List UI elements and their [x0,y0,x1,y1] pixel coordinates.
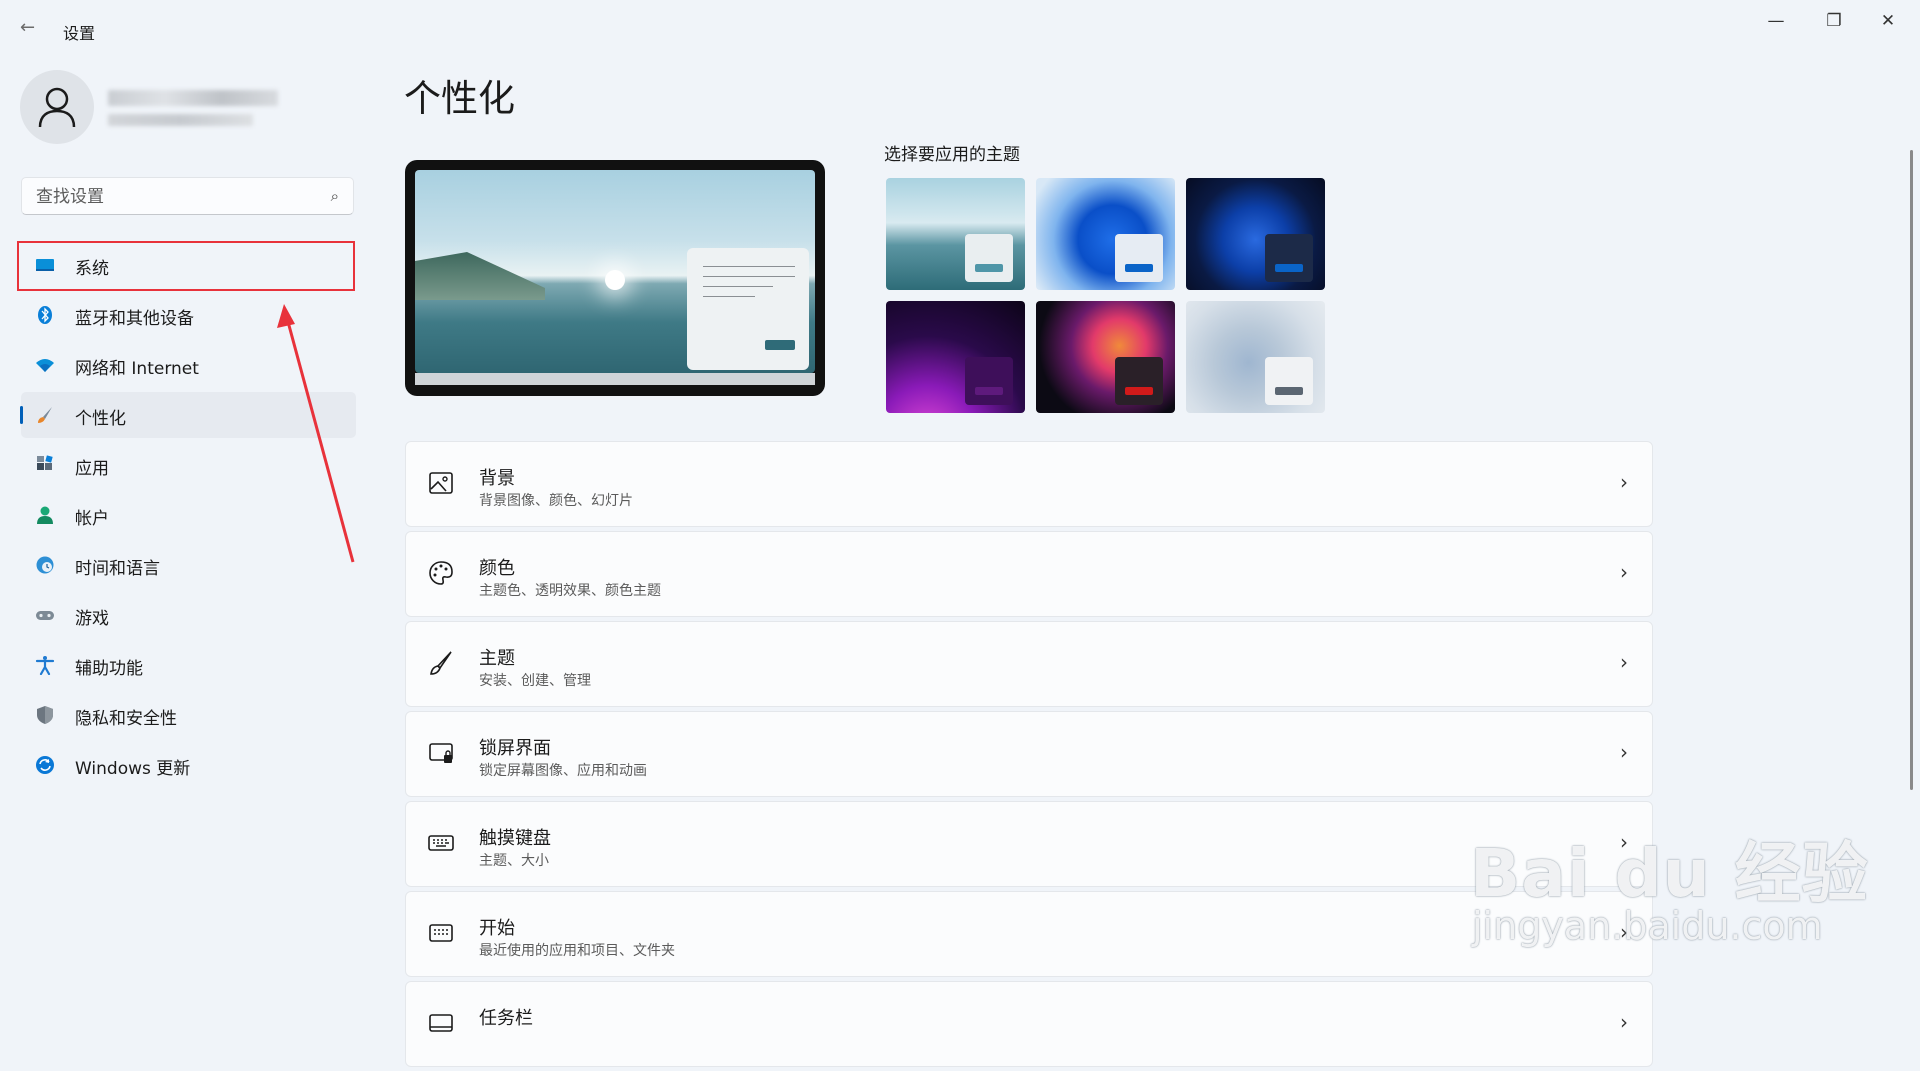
highlight-box [17,241,355,291]
row-subtitle: 背景图像、颜色、幻灯片 [479,493,633,509]
row-lock-screen[interactable]: 锁屏界面 锁定屏幕图像、应用和动画 › [405,711,1653,797]
brush-icon [38,407,52,423]
gamepad-icon [36,611,54,620]
account-email-redacted [108,114,253,126]
row-title: 背景 [479,468,515,489]
accessibility-icon [35,656,55,675]
row-start[interactable]: 开始 最近使用的应用和项目、文件夹 › [405,891,1653,977]
preview-wallpaper [415,170,815,373]
sidebar-item-label: 辅助功能 [75,659,143,679]
apps-icon [37,455,53,470]
user-icon [38,87,76,128]
taskbar-icon [429,1014,453,1032]
row-subtitle: 锁定屏幕图像、应用和动画 [479,763,647,779]
theme-bloom-dark[interactable] [1186,178,1325,290]
row-subtitle: 主题、大小 [479,853,549,869]
chevron-right-icon: › [1620,560,1628,584]
sidebar-item-gaming[interactable]: 游戏 [21,592,356,638]
shield-icon [37,706,53,724]
avatar[interactable] [20,70,94,144]
sidebar-item-accessibility[interactable]: 辅助功能 [21,642,356,688]
sidebar-item-label: 个性化 [75,409,126,429]
start-icon [429,924,453,942]
account-name-redacted [108,90,278,106]
scrollbar[interactable] [1910,150,1913,790]
sidebar-item-privacy-security[interactable]: 隐私和安全性 [21,692,356,738]
clock-globe-icon [36,556,54,574]
settings-list: 背景 背景图像、颜色、幻灯片 › 颜色 主题色、透明效果、颜色主题 › 主题 安… [405,441,1653,1071]
theme-flow[interactable] [1036,301,1175,413]
theme-glow[interactable] [886,301,1025,413]
row-taskbar[interactable]: 任务栏 › [405,981,1653,1067]
arrow-left-icon: ← [20,17,36,38]
watermark: Bai du 经验 jingyan.baidu.com [1470,820,1869,948]
search-input[interactable] [34,184,318,210]
sidebar-item-label: Windows 更新 [75,759,191,779]
app-title: 设置 [63,24,96,43]
annotation-arrow-icon [277,304,355,563]
chevron-right-icon: › [1620,470,1628,494]
theme-preview [405,160,825,396]
minimize-button[interactable]: — [1754,6,1798,36]
lock-screen-icon [429,743,453,763]
row-title: 锁屏界面 [479,738,551,759]
row-themes[interactable]: 主题 安装、创建、管理 › [405,621,1653,707]
theme-bloom-light[interactable] [1036,178,1175,290]
update-icon [36,756,54,774]
sidebar-item-label: 游戏 [75,609,109,629]
theme-lake[interactable] [886,178,1025,290]
sidebar-item-label: 帐户 [75,509,109,529]
row-title: 任务栏 [479,1008,533,1029]
theme-grid [886,178,1331,418]
chevron-right-icon: › [1620,650,1628,674]
row-subtitle: 主题色、透明效果、颜色主题 [479,583,661,599]
themes-label: 选择要应用的主题 [884,145,1020,165]
sidebar-item-label: 应用 [75,459,109,479]
search-settings-box[interactable]: ⌕ [21,177,354,215]
palette-icon [429,561,453,585]
row-title: 颜色 [479,558,515,579]
sidebar-item-windows-update[interactable]: Windows 更新 [21,742,356,788]
watermark-logo-text: Bai du 经验 [1470,835,1869,912]
preview-window [687,248,809,370]
theme-sculpture[interactable] [1186,301,1325,413]
brush-icon [430,651,452,675]
watermark-url: jingyan.baidu.com [1472,904,1823,948]
row-title: 主题 [479,648,515,669]
sidebar-item-label: 时间和语言 [75,559,160,579]
chevron-right-icon: › [1620,740,1628,764]
back-button[interactable]: ← [20,18,40,38]
image-icon [429,472,453,494]
sidebar-item-label: 隐私和安全性 [75,709,177,729]
sidebar-item-label: 蓝牙和其他设备 [75,309,194,329]
row-subtitle: 最近使用的应用和项目、文件夹 [479,943,675,959]
preview-hill [415,252,545,300]
row-title: 触摸键盘 [479,828,551,849]
account-icon [37,506,53,524]
row-title: 开始 [479,918,515,939]
row-subtitle: 安装、创建、管理 [479,673,591,689]
preview-taskbar [415,373,815,385]
wifi-icon [36,359,54,372]
row-colors[interactable]: 颜色 主题色、透明效果、颜色主题 › [405,531,1653,617]
bluetooth-icon [38,306,52,324]
maximize-button[interactable]: ❐ [1812,6,1856,36]
close-button[interactable]: ✕ [1866,6,1910,36]
title-bar: ← 设置 — ❐ ✕ [0,0,1920,60]
chevron-right-icon: › [1620,1010,1628,1034]
row-touch-keyboard[interactable]: 触摸键盘 主题、大小 › [405,801,1653,887]
page-title: 个性化 [404,77,515,120]
preview-sun [605,270,625,290]
search-icon: ⌕ [330,187,339,205]
sidebar-item-label: 网络和 Internet [75,359,199,379]
row-background[interactable]: 背景 背景图像、颜色、幻灯片 › [405,441,1653,527]
keyboard-icon [428,835,454,851]
